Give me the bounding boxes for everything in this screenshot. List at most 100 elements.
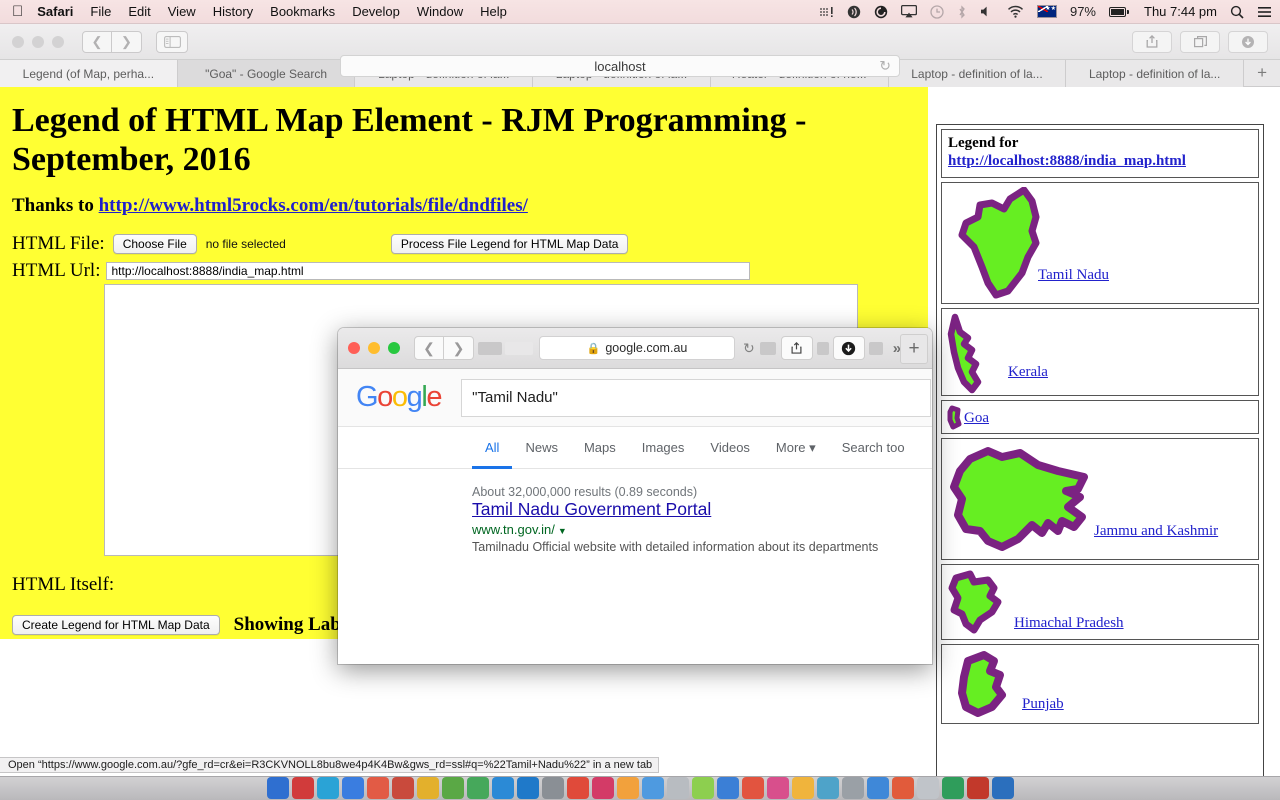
legend-item-tamil-nadu[interactable]: Tamil Nadu	[941, 182, 1259, 304]
australia-flag-icon[interactable]	[1036, 3, 1057, 18]
tab-legend-of-map[interactable]: Legend (of Map, perha...	[0, 60, 178, 87]
legend-item-label-himachal-pradesh[interactable]: Himachal Pradesh	[1014, 615, 1124, 632]
dock-icon[interactable]	[591, 777, 614, 799]
menu-item-bookmarks[interactable]: Bookmarks	[270, 4, 335, 19]
dock-icon[interactable]	[641, 777, 664, 799]
dock-icon[interactable]	[741, 777, 764, 799]
tab-maps[interactable]: Maps	[571, 427, 629, 469]
new-tab-button[interactable]: +	[1244, 60, 1280, 86]
menu-item-help[interactable]: Help	[480, 4, 507, 19]
menubar-clock[interactable]: Thu 7:44 pm	[1144, 4, 1217, 19]
dock-icon[interactable]	[466, 777, 489, 799]
dock-icon[interactable]	[891, 777, 914, 799]
menu-item-view[interactable]: View	[168, 4, 196, 19]
legend-item-label-kerala[interactable]: Kerala	[1008, 364, 1048, 381]
dock-icon[interactable]	[791, 777, 814, 799]
dock-icon[interactable]	[566, 777, 589, 799]
google-reload-icon[interactable]: ↻	[743, 340, 755, 357]
choose-file-button[interactable]: Choose File	[112, 234, 197, 255]
legend-header-url-link[interactable]: http://localhost:8888/india_map.html	[948, 153, 1252, 170]
result-dropdown-caret-icon[interactable]: ▼	[558, 526, 567, 536]
notification-center-icon[interactable]	[1257, 6, 1272, 18]
dock-icon[interactable]	[666, 777, 689, 799]
legend-item-jammu-and-kashmir[interactable]: Jammu and Kashmir	[941, 438, 1259, 560]
maximize-button[interactable]	[52, 35, 64, 48]
dock-icon[interactable]	[841, 777, 864, 799]
google-minimize-button[interactable]	[368, 342, 380, 354]
google-window-controls[interactable]	[348, 342, 400, 354]
menu-item-window[interactable]: Window	[417, 4, 463, 19]
menu-item-develop[interactable]: Develop	[352, 4, 400, 19]
share-button[interactable]	[1132, 30, 1172, 53]
volume-icon[interactable]	[980, 5, 994, 18]
menu-item-edit[interactable]: Edit	[128, 4, 150, 19]
reload-icon[interactable]: ↻	[879, 58, 891, 75]
process-file-legend-button[interactable]: Process File Legend for HTML Map Data	[390, 234, 629, 255]
bluetooth-icon[interactable]	[957, 4, 967, 19]
menu-item-safari[interactable]: Safari	[37, 4, 73, 19]
legend-item-himachal-pradesh[interactable]: Himachal Pradesh	[941, 564, 1259, 640]
html5rocks-link[interactable]: http://www.html5rocks.com/en/tutorials/f…	[99, 195, 528, 216]
downloads-button[interactable]	[1228, 30, 1268, 53]
navigation-buttons[interactable]: ❮ ❯	[82, 30, 142, 53]
airdrop-icon[interactable]	[847, 5, 861, 19]
dock-icon[interactable]	[916, 777, 939, 799]
dotgrid-icon[interactable]	[819, 6, 834, 18]
spotlight-search-icon[interactable]	[1230, 5, 1244, 19]
tab-news[interactable]: News	[512, 427, 571, 469]
google-back-button[interactable]: ❮	[414, 336, 444, 360]
window-controls[interactable]	[12, 35, 64, 48]
tab-images[interactable]: Images	[629, 427, 698, 469]
dock-icon[interactable]	[316, 777, 339, 799]
legend-item-punjab[interactable]: Punjab	[941, 644, 1259, 724]
legend-item-label-tamil-nadu[interactable]: Tamil Nadu	[1038, 267, 1109, 284]
close-button[interactable]	[12, 35, 24, 48]
google-maximize-button[interactable]	[388, 342, 400, 354]
google-navigation-buttons[interactable]: ❮ ❯	[414, 336, 474, 360]
sidebar-button[interactable]	[156, 30, 188, 53]
back-button[interactable]: ❮	[82, 30, 112, 53]
forward-button[interactable]: ❯	[112, 30, 142, 53]
dock-icon[interactable]	[691, 777, 714, 799]
spinner-icon[interactable]	[874, 5, 888, 19]
dock-icon[interactable]	[541, 777, 564, 799]
legend-item-label-goa[interactable]: Goa	[964, 410, 989, 427]
tab-laptop-definition-4[interactable]: Laptop - definition of la...	[1066, 60, 1245, 87]
dock-icon[interactable]	[491, 777, 514, 799]
tab-videos[interactable]: Videos	[697, 427, 763, 469]
legend-item-kerala[interactable]: Kerala	[941, 308, 1259, 396]
google-forward-button[interactable]: ❯	[444, 336, 474, 360]
google-new-tab-button[interactable]: +	[900, 334, 928, 364]
legend-item-label-jammu-and-kashmir[interactable]: Jammu and Kashmir	[1094, 523, 1218, 540]
dock-icon[interactable]	[616, 777, 639, 799]
google-downloads-button[interactable]	[832, 336, 865, 360]
menu-item-file[interactable]: File	[90, 4, 111, 19]
show-all-tabs-button[interactable]	[1180, 30, 1220, 53]
dock-icon[interactable]	[266, 777, 289, 799]
dock-icon[interactable]	[416, 777, 439, 799]
tab-goa-google-search[interactable]: "Goa" - Google Search	[177, 60, 356, 87]
dock-icon[interactable]	[966, 777, 989, 799]
time-machine-icon[interactable]	[930, 4, 944, 19]
dock-icon[interactable]	[441, 777, 464, 799]
google-search-input[interactable]: "Tamil Nadu"	[461, 378, 932, 417]
dock-icon[interactable]	[391, 777, 414, 799]
dock-icon[interactable]	[816, 777, 839, 799]
legend-item-label-punjab[interactable]: Punjab	[1022, 696, 1064, 713]
dock-icon[interactable]	[366, 777, 389, 799]
menu-item-history[interactable]: History	[213, 4, 253, 19]
google-logo[interactable]: Google	[356, 381, 443, 414]
dock-icon[interactable]	[291, 777, 314, 799]
tab-search-tools[interactable]: Search too	[829, 427, 918, 469]
wifi-icon[interactable]	[1007, 5, 1024, 18]
google-address-bar[interactable]: 🔒 google.com.au	[539, 336, 735, 360]
result-title-link[interactable]: Tamil Nadu Government Portal	[472, 499, 711, 519]
apple-logo-icon[interactable]: 	[12, 4, 23, 19]
dock-icon[interactable]	[766, 777, 789, 799]
create-legend-button[interactable]: Create Legend for HTML Map Data	[12, 615, 220, 635]
address-bar[interactable]: localhost ↻	[340, 55, 900, 77]
dock-icon[interactable]	[516, 777, 539, 799]
dock-icon[interactable]	[991, 777, 1014, 799]
google-share-button[interactable]	[780, 336, 813, 360]
tab-all[interactable]: All	[472, 427, 512, 469]
